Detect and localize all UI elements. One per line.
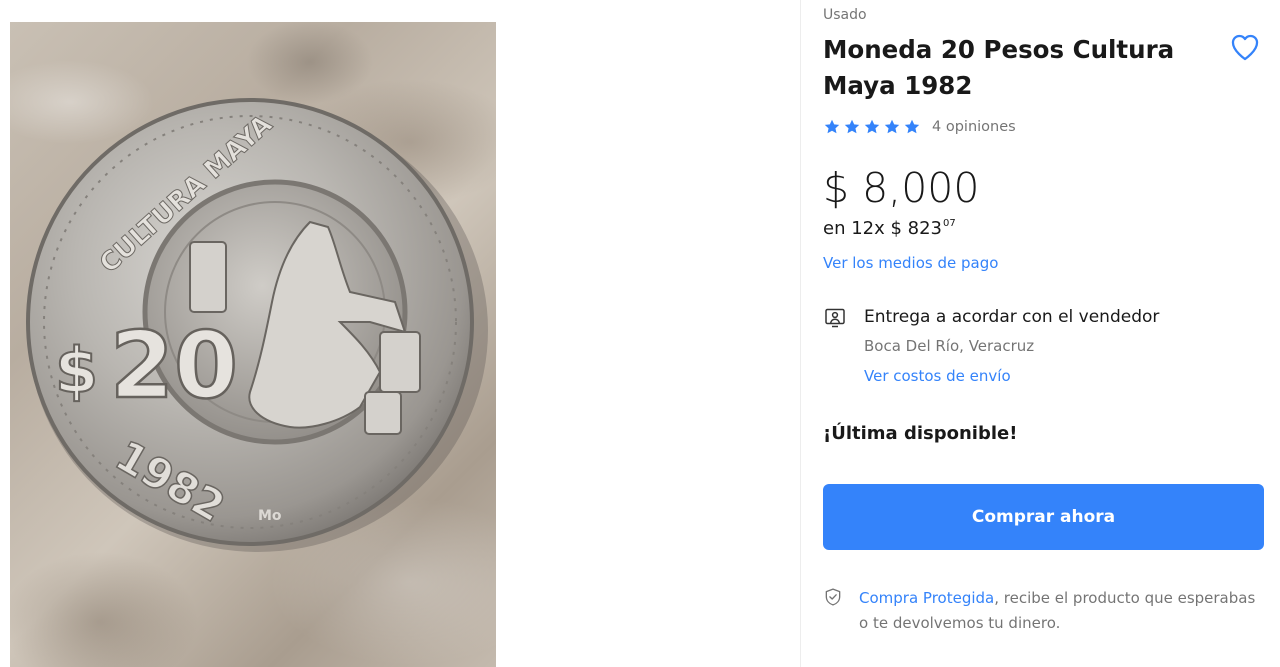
product-title: Moneda 20 Pesos Cultura Maya 1982 xyxy=(823,35,1175,100)
star-icon xyxy=(844,119,860,134)
shipping-costs-link[interactable]: Ver costos de envío xyxy=(864,367,1011,385)
price-amount: 8,000 xyxy=(862,164,980,212)
star-icon xyxy=(884,119,900,134)
purchase-protection: Compra Protegida, recibe el producto que… xyxy=(859,586,1264,636)
installments-amount: en 12x $ 823 xyxy=(823,218,943,239)
star-icon xyxy=(864,119,880,134)
stock-status: ¡Última disponible! xyxy=(823,423,1018,444)
payment-methods-link[interactable]: Ver los medios de pago xyxy=(823,254,998,272)
item-condition: Usado xyxy=(823,7,867,23)
shield-check-icon xyxy=(825,588,841,606)
coin-mint-mark: Mo xyxy=(258,508,282,524)
star-icon xyxy=(904,119,920,134)
pickup-person-icon xyxy=(825,308,845,328)
installments-info: en 12x $ 82307 xyxy=(823,218,956,239)
product-gallery: CULTURA MAYA $ 20 1982 Mo xyxy=(0,0,800,667)
installments-cents: 07 xyxy=(943,218,956,229)
star-icon xyxy=(824,119,840,134)
coin-image: CULTURA MAYA $ 20 1982 Mo xyxy=(26,98,488,552)
delivery-title: Entrega a acordar con el vendedor xyxy=(864,307,1160,327)
product-photo[interactable]: CULTURA MAYA $ 20 1982 Mo xyxy=(10,22,496,667)
rating-stars xyxy=(823,118,921,136)
buy-now-button[interactable]: Comprar ahora xyxy=(823,484,1264,550)
price-currency: $ xyxy=(823,164,850,212)
coin-denomination: 20 xyxy=(110,312,238,419)
product-rating: 4 opiniones xyxy=(823,116,1016,138)
coin-currency-sign: $ xyxy=(55,334,98,407)
favorite-button[interactable] xyxy=(1228,30,1262,64)
product-price: $8,000 xyxy=(823,158,979,218)
panel-divider xyxy=(800,0,801,667)
reviews-link[interactable]: 4 opiniones xyxy=(932,119,1016,135)
protected-purchase-link[interactable]: Compra Protegida xyxy=(859,589,994,607)
seller-location: Boca Del Río, Veracruz xyxy=(864,337,1035,355)
heart-icon xyxy=(1231,34,1259,61)
